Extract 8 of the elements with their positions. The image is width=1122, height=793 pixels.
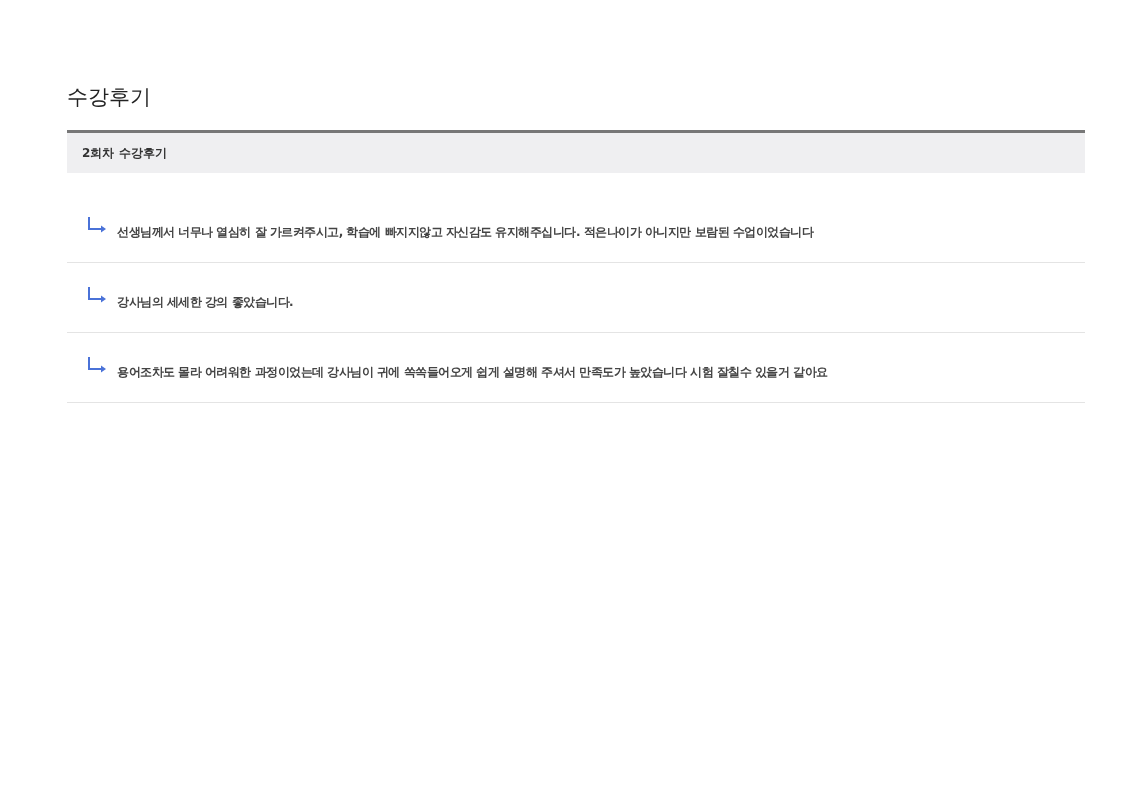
review-text: 강사님의 세세한 강의 좋았습니다. [117,294,294,311]
section-title: 2회차 수강후기 [82,144,167,162]
reply-arrow-icon [87,287,107,303]
reply-arrow-icon [87,217,107,233]
review-text: 용어조차도 몰라 어려워한 과정이었는데 강사님이 귀에 쏙쏙들어오게 쉽게 설명해 주셔서 만족도가 높았습니다 시험 잘칠수 있을거 같아요 [117,364,828,381]
page-title: 수강후기 [67,84,152,111]
reply-arrow-icon [87,357,107,373]
review-text: 선생님께서 너무나 열심히 잘 가르켜주시고, 학습에 빠지지않고 자신감도 유지해주십니다. 적은나이가 아니지만 보람된 수업이었습니다 [117,224,814,241]
